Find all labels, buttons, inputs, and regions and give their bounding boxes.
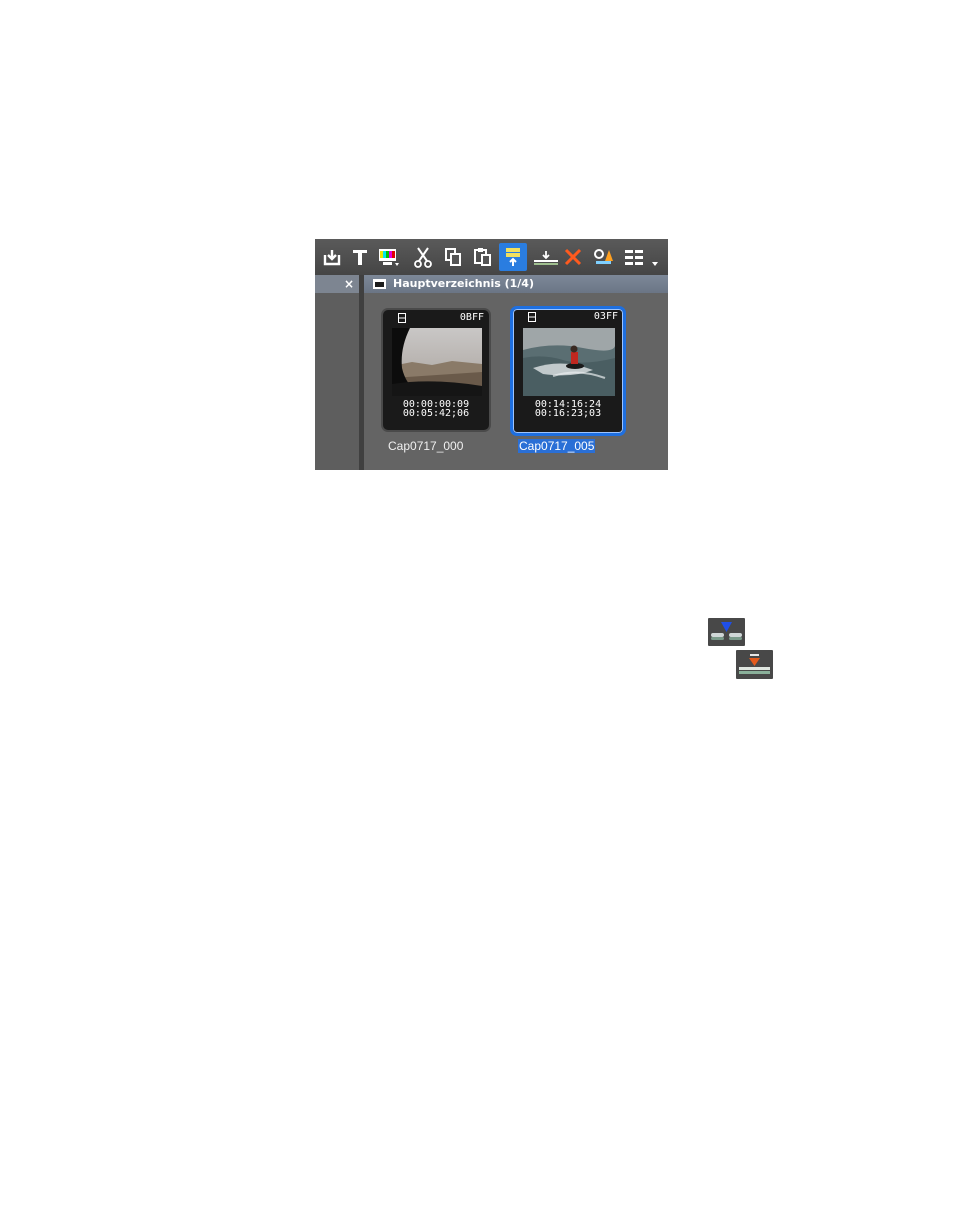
delete-x-icon bbox=[564, 248, 582, 266]
clip-code: 03FF bbox=[593, 311, 618, 322]
delete-button[interactable] bbox=[561, 245, 585, 269]
scissors-icon bbox=[414, 247, 432, 268]
clip-timecode-out: 00:16:23;03 bbox=[534, 408, 602, 419]
color-bars-icon bbox=[379, 249, 399, 266]
clip-timecode-out: 00:05:42;06 bbox=[402, 408, 470, 419]
load-to-player-button[interactable] bbox=[499, 243, 527, 271]
clip-code: 0BFF bbox=[459, 312, 484, 323]
copy-button[interactable] bbox=[441, 245, 465, 269]
clip-preview-image bbox=[392, 328, 482, 396]
clip-thumbnail[interactable]: 0BFF 00:00:00:09 00:05:42;06 bbox=[381, 308, 491, 432]
view-mode-button[interactable] bbox=[622, 245, 662, 269]
cut-button[interactable] bbox=[411, 245, 435, 269]
overwrite-marker-icon bbox=[736, 650, 773, 679]
clip-name-label[interactable]: Cap0717_000 bbox=[388, 439, 463, 453]
color-bars-button[interactable] bbox=[377, 245, 401, 269]
pane-splitter[interactable] bbox=[359, 275, 364, 470]
close-pane-button[interactable]: × bbox=[344, 276, 354, 292]
folder-title: Hauptverzeichnis (1/4) bbox=[393, 277, 534, 290]
film-icon bbox=[528, 312, 536, 322]
import-icon bbox=[323, 250, 341, 266]
view-grid-icon bbox=[625, 250, 658, 266]
add-timeline-icon bbox=[534, 251, 558, 265]
folder-header: Hauptverzeichnis (1/4) bbox=[364, 275, 668, 293]
properties-button[interactable] bbox=[592, 245, 616, 269]
clip-thumbnail-selected[interactable]: 03FF 00:14:16:24 00:16:23;03 bbox=[510, 306, 626, 436]
clip-name-label-selected[interactable]: Cap0717_005 bbox=[518, 439, 596, 453]
paste-icon bbox=[474, 248, 491, 266]
clip-preview-image bbox=[523, 328, 615, 396]
film-icon bbox=[398, 313, 406, 323]
load-player-icon bbox=[506, 248, 520, 266]
folder-tree-pane bbox=[315, 275, 359, 470]
bin-toolbar bbox=[315, 239, 668, 275]
bin-window: × Hauptverzeichnis (1/4) 0BFF 00:00:00:0… bbox=[315, 239, 668, 470]
folder-tree-header: × bbox=[315, 275, 359, 293]
folder-icon bbox=[373, 279, 386, 289]
paste-button[interactable] bbox=[471, 245, 495, 269]
import-button[interactable] bbox=[320, 245, 344, 269]
properties-icon bbox=[594, 249, 613, 264]
add-to-timeline-button[interactable] bbox=[532, 245, 560, 269]
insert-marker-icon bbox=[708, 618, 745, 646]
title-text-icon bbox=[353, 250, 367, 265]
title-button[interactable] bbox=[348, 245, 372, 269]
copy-icon bbox=[445, 248, 461, 266]
